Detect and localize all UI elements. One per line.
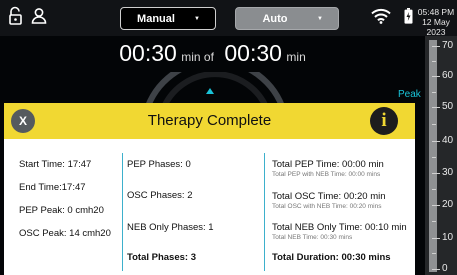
scale-tick	[432, 173, 440, 174]
scale-label: 10	[442, 232, 454, 243]
scale-label: 60	[442, 70, 454, 81]
auto-mode-dropdown[interactable]: Auto ▼	[235, 7, 339, 30]
dialog-header: Therapy Complete X i	[4, 103, 415, 139]
scale-label: 40	[442, 135, 454, 146]
scale-minor-tick	[432, 92, 436, 93]
scale-tick	[432, 107, 440, 108]
scale-label: 30	[442, 167, 454, 178]
column-divider	[122, 153, 123, 271]
elapsed-time: 00:30	[119, 40, 177, 66]
close-icon: X	[18, 114, 27, 128]
clock: 05:48 PM 12 May 2023	[415, 7, 457, 37]
chevron-down-icon: ▼	[194, 15, 200, 22]
manual-mode-label: Manual	[137, 12, 175, 25]
info-icon: i	[381, 110, 387, 131]
scale-label: 0	[442, 263, 448, 274]
clock-date: 12 May 2023	[422, 17, 450, 37]
scale-tick	[432, 141, 440, 142]
total-osc-time: Total OSC Time: 00:20 min	[272, 191, 386, 202]
osc-peak: OSC Peak: 14 cmh20	[19, 228, 111, 239]
scale-label: 20	[442, 199, 454, 210]
column-divider	[264, 153, 265, 271]
info-button[interactable]: i	[370, 107, 398, 135]
peak-label: Peak	[398, 89, 421, 100]
total-time: 00:30	[224, 40, 282, 66]
manual-mode-dropdown[interactable]: Manual ▼	[120, 7, 216, 30]
elapsed-unit: min of	[181, 50, 214, 64]
end-time: End Time:17:47	[19, 182, 86, 193]
dialog-body: Start Time: 17:47 End Time:17:47 PEP Pea…	[4, 139, 415, 275]
total-pep-neb-time: Total PEP with NEB Time: 00:00 mins	[272, 171, 381, 178]
scale-minor-tick	[432, 124, 436, 125]
pep-phases: PEP Phases: 0	[127, 159, 191, 170]
scale-label: 70	[442, 40, 454, 51]
pep-peak: PEP Peak: 0 cmh20	[19, 205, 104, 216]
clock-time: 05:48 PM	[417, 7, 455, 17]
dialog-title: Therapy Complete	[147, 112, 272, 129]
scale-minor-tick	[432, 157, 436, 158]
total-osc-neb-time: Total OSC with NEB Time: 00:20 mins	[272, 203, 382, 210]
total-unit: min	[286, 50, 306, 64]
osc-phases: OSC Phases: 2	[127, 190, 193, 201]
scale-tick	[432, 46, 440, 47]
scale-tick	[432, 269, 440, 270]
close-button[interactable]: X	[11, 109, 35, 133]
total-neb-only-time: Total NEB Only Time: 00:10 min	[272, 222, 407, 233]
session-timer: 00:30 min of 00:30 min	[0, 40, 425, 67]
chevron-down-icon: ▼	[317, 15, 323, 22]
total-duration: Total Duration: 00:30 mins	[272, 252, 391, 263]
total-phases: Total Phases: 3	[127, 252, 196, 263]
start-time: Start Time: 17:47	[19, 159, 92, 170]
scale-minor-tick	[432, 189, 436, 190]
scale-tick	[432, 76, 440, 77]
scale-tick	[432, 205, 440, 206]
scale-minor-tick	[432, 221, 436, 222]
therapy-complete-dialog: Therapy Complete X i Start Time: 17:47 E…	[4, 103, 415, 275]
total-neb-time: Total NEB Time: 00:30 mins	[272, 234, 353, 241]
unlock-icon[interactable]	[7, 6, 25, 26]
neb-only-phases: NEB Only Phases: 1	[127, 222, 214, 233]
battery-icon	[404, 8, 413, 24]
scale-tick	[432, 238, 440, 239]
scale-minor-tick	[432, 253, 436, 254]
scale-label: 50	[442, 101, 454, 112]
user-icon[interactable]	[30, 6, 48, 26]
auto-mode-label: Auto	[262, 12, 288, 25]
total-pep-time: Total PEP Time: 00:00 min	[272, 159, 384, 170]
wifi-icon[interactable]	[371, 8, 391, 24]
scale-minor-tick	[432, 61, 436, 62]
status-bar: Manual ▼ Auto ▼ 05:48 PM 12 May 2023	[0, 0, 457, 37]
